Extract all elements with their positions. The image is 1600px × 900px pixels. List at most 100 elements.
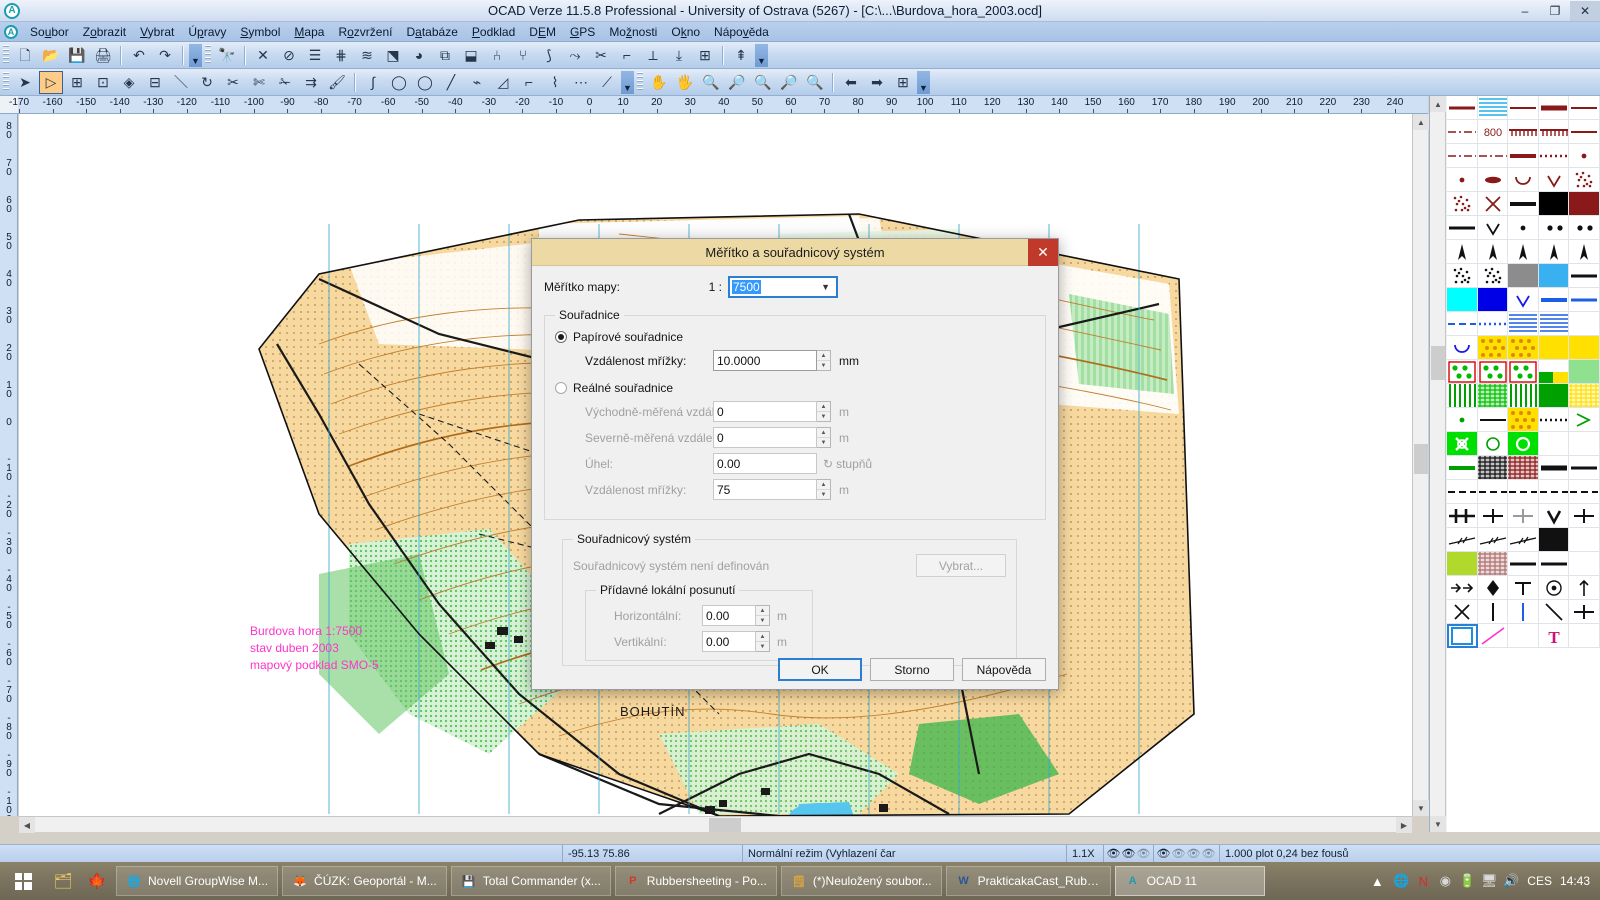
- taskbar-item[interactable]: W PrakticakaCast_Rubbe...: [945, 866, 1111, 896]
- paper-coordinates-radio[interactable]: [555, 331, 567, 343]
- angle-input[interactable]: 0.00: [713, 453, 817, 474]
- symbol-cell[interactable]: [1447, 600, 1478, 624]
- symbol-scroll-thumb[interactable]: [1431, 346, 1445, 380]
- zoom-all-icon[interactable]: 🔍: [803, 71, 827, 94]
- cut-icon[interactable]: ✂: [221, 71, 245, 94]
- symbol-cell[interactable]: 800: [1477, 120, 1508, 144]
- eye-icon[interactable]: 👁: [1171, 847, 1186, 861]
- symbol-cell[interactable]: [1447, 480, 1478, 504]
- symbol-cell[interactable]: [1477, 144, 1508, 168]
- symbol-cell[interactable]: [1508, 336, 1539, 360]
- symbol-cell[interactable]: [1477, 528, 1508, 552]
- symbol-cell[interactable]: [1569, 624, 1600, 648]
- polyline-tool-icon[interactable]: ⌁: [465, 71, 489, 94]
- rotate-obj-icon[interactable]: ⟆: [537, 44, 561, 67]
- symbol-cell[interactable]: [1447, 264, 1478, 288]
- menu-rozvren[interactable]: Rozvržení: [331, 23, 399, 41]
- start-button[interactable]: [0, 862, 46, 900]
- symbol-cell[interactable]: [1538, 384, 1569, 408]
- freehand-icon[interactable]: ⌇: [543, 71, 567, 94]
- text-align-icon[interactable]: ⇞: [729, 44, 753, 67]
- symbol-cell[interactable]: [1477, 504, 1508, 528]
- east-distance-input[interactable]: 0: [713, 401, 817, 422]
- parallel-icon[interactable]: ⑃: [485, 44, 509, 67]
- symbol-cell[interactable]: [1569, 144, 1600, 168]
- taskbar-item[interactable]: 💾 Total Commander (x...: [450, 866, 611, 896]
- symbol-cell[interactable]: [1508, 624, 1539, 648]
- symbol-cell[interactable]: [1447, 576, 1478, 600]
- taskbar-item[interactable]: A OCAD 11: [1114, 866, 1265, 896]
- symbol-scroll-down[interactable]: ▼: [1430, 816, 1446, 832]
- fill-icon[interactable]: ◕: [407, 44, 431, 67]
- find-icon[interactable]: 🔭: [215, 44, 239, 67]
- symbol-cell[interactable]: [1447, 168, 1478, 192]
- symbol-cell[interactable]: [1538, 528, 1569, 552]
- move-to-front-icon[interactable]: ⬔: [381, 44, 405, 67]
- symbol-cell[interactable]: [1538, 312, 1569, 336]
- symbol-cell[interactable]: [1447, 96, 1478, 120]
- symbol-cell[interactable]: [1477, 360, 1508, 384]
- symbol-cell[interactable]: [1508, 360, 1539, 384]
- curve-tool-icon[interactable]: ∫: [361, 71, 385, 94]
- symbol-cell[interactable]: [1538, 120, 1569, 144]
- menu-symbol[interactable]: Symbol: [233, 23, 287, 41]
- symbol-cell[interactable]: [1569, 408, 1600, 432]
- taskbar-item[interactable]: 🌐 Novell GroupWise M...: [116, 866, 279, 896]
- symbol-cell[interactable]: [1447, 144, 1478, 168]
- maximize-button[interactable]: ❐: [1540, 1, 1570, 21]
- real-coordinates-radio[interactable]: [555, 382, 567, 394]
- symbol-cell[interactable]: [1447, 528, 1478, 552]
- merge-icon[interactable]: ⧉: [433, 44, 457, 67]
- symbol-cell[interactable]: [1447, 552, 1478, 576]
- symbol-cell[interactable]: [1477, 216, 1508, 240]
- menu-podklad[interactable]: Podklad: [465, 23, 522, 41]
- duplicate-icon[interactable]: ⑂: [511, 44, 535, 67]
- rect-tool-icon[interactable]: ⌐: [517, 71, 541, 94]
- symbol-cell[interactable]: [1538, 432, 1569, 456]
- maple-icon[interactable]: 🍁: [80, 862, 114, 900]
- symbol-cell[interactable]: [1538, 360, 1569, 384]
- symbol-cell[interactable]: [1508, 600, 1539, 624]
- symbol-cell[interactable]: [1569, 600, 1600, 624]
- symbol-cell[interactable]: [1538, 456, 1569, 480]
- eye-icon[interactable]: 👁: [1106, 847, 1121, 861]
- symbol-cell[interactable]: [1508, 312, 1539, 336]
- menu-okno[interactable]: Okno: [664, 23, 707, 41]
- symbol-cell[interactable]: [1508, 120, 1539, 144]
- symbol-cell[interactable]: [1569, 264, 1600, 288]
- map-scale-combobox[interactable]: 7500 ▼: [728, 276, 838, 298]
- show-hidden-icons-chevron[interactable]: ▲: [1369, 873, 1385, 889]
- symbol-cell[interactable]: [1569, 576, 1600, 600]
- symbol-cell[interactable]: [1569, 240, 1600, 264]
- explorer-icon[interactable]: 🗂: [46, 862, 80, 900]
- symbol-cell[interactable]: [1538, 168, 1569, 192]
- edit-point-icon[interactable]: ▷: [39, 70, 63, 94]
- zoom-out-window-icon[interactable]: 🔎: [777, 71, 801, 94]
- numeric-icon[interactable]: ⋯: [569, 71, 593, 94]
- redo-icon[interactable]: ↷: [153, 44, 177, 67]
- norton-icon[interactable]: N: [1415, 873, 1431, 889]
- next-view-icon[interactable]: ➡: [865, 71, 889, 94]
- reshape-icon[interactable]: ⤳: [563, 44, 587, 67]
- add-point-icon[interactable]: ⊞: [65, 71, 89, 94]
- menu-npovda[interactable]: Nápověda: [707, 23, 776, 41]
- symbol-cell[interactable]: [1569, 432, 1600, 456]
- symbol-cell[interactable]: [1569, 312, 1600, 336]
- symbol-cell[interactable]: [1538, 240, 1569, 264]
- symbol-cell[interactable]: [1447, 624, 1478, 648]
- symbol-cell[interactable]: [1538, 144, 1569, 168]
- symbol-cell[interactable]: [1569, 96, 1600, 120]
- previous-view-icon[interactable]: ⬅: [839, 71, 863, 94]
- symbol-cell[interactable]: [1538, 408, 1569, 432]
- symbol-cell[interactable]: [1447, 456, 1478, 480]
- scroll-up-arrow[interactable]: ▲: [1413, 114, 1429, 130]
- symbol-cell[interactable]: [1477, 288, 1508, 312]
- symbol-cell[interactable]: [1508, 432, 1539, 456]
- north-spinner[interactable]: ▲ ▼: [817, 427, 831, 448]
- battery-icon[interactable]: 🔋: [1459, 873, 1475, 889]
- eye-icon[interactable]: 👁: [1121, 847, 1136, 861]
- eye-icon[interactable]: 👁: [1156, 847, 1171, 861]
- help-button[interactable]: Nápověda: [962, 658, 1046, 681]
- clock[interactable]: 14:43: [1560, 874, 1590, 888]
- symbol-cell[interactable]: [1569, 168, 1600, 192]
